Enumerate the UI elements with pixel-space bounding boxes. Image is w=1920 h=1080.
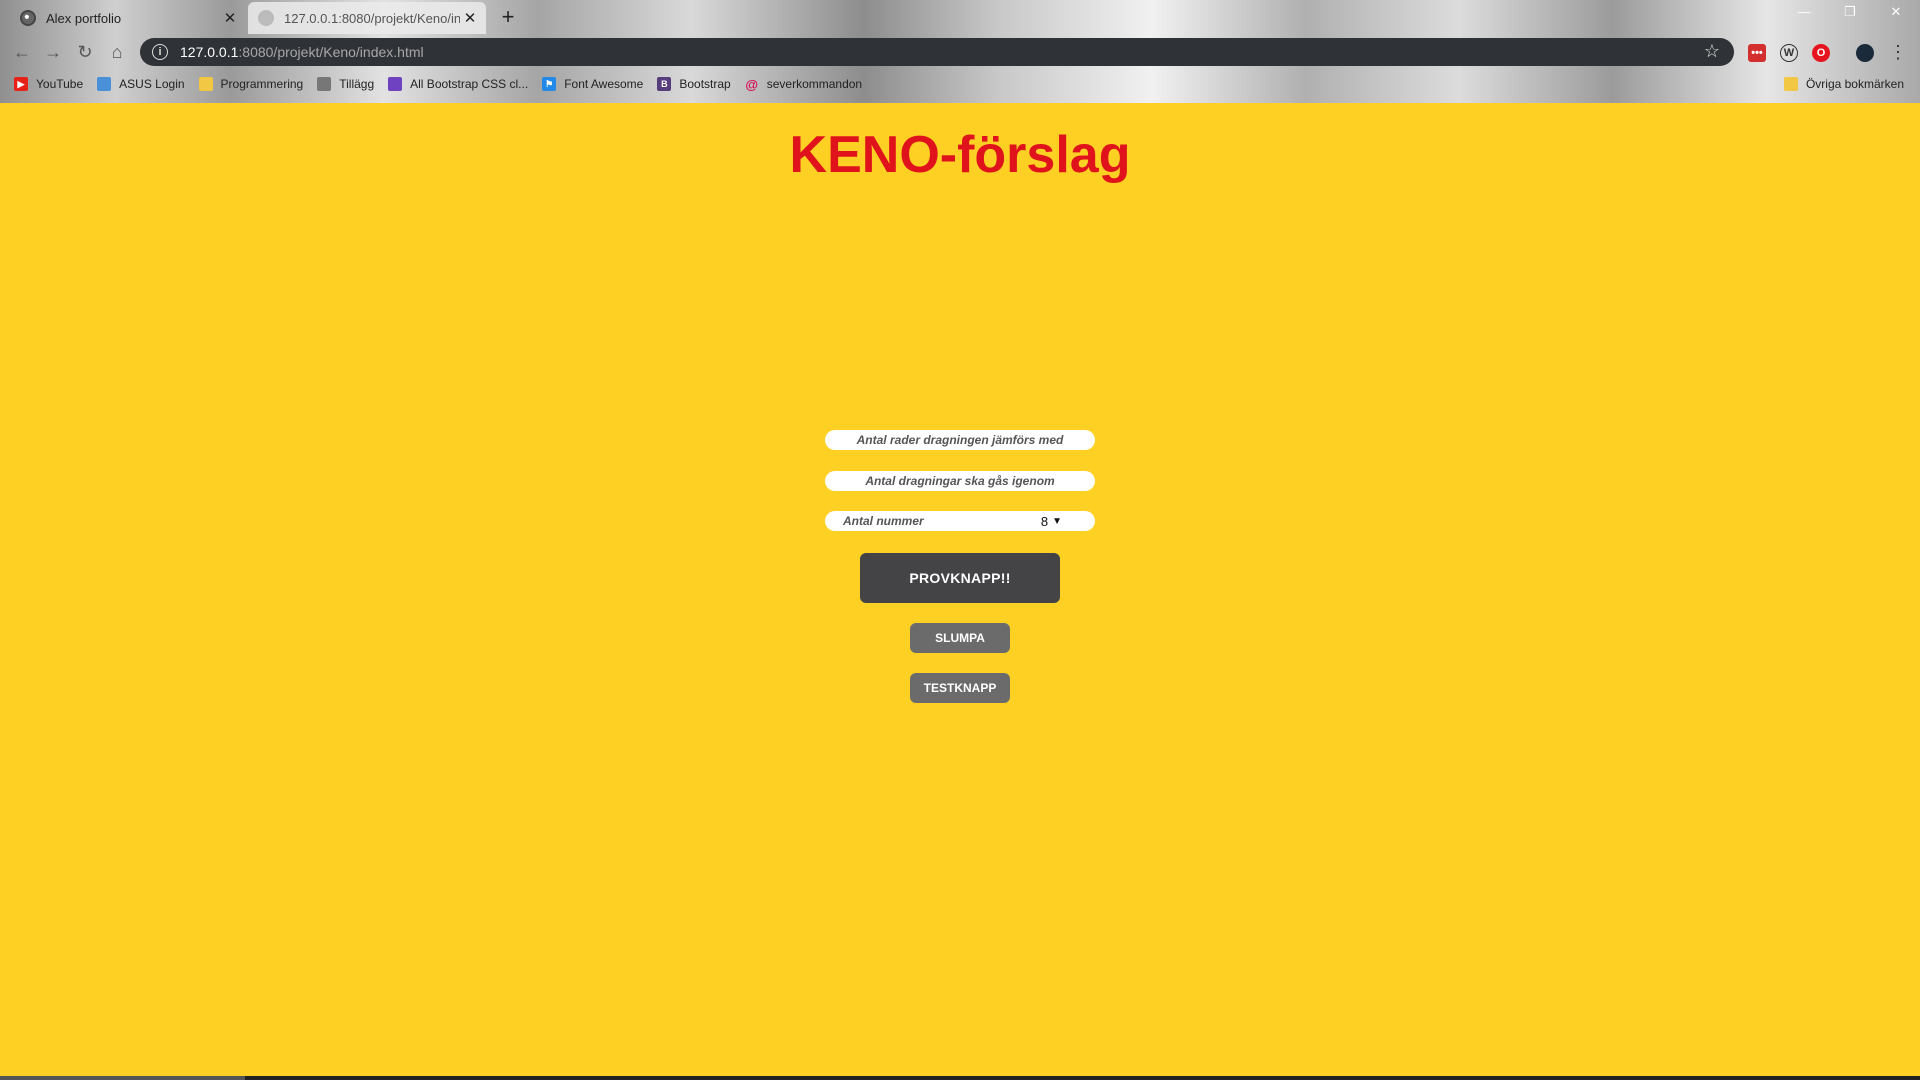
- tab-strip: Alex portfolio ✕ 127.0.0.1:8080/projekt/…: [0, 0, 1920, 34]
- globe-icon: [20, 10, 36, 26]
- numbers-label: Antal nummer: [843, 514, 924, 528]
- bookmark-programmering[interactable]: Programmering: [198, 77, 303, 91]
- bookmark-severkommandon[interactable]: @ severkommandon: [745, 76, 862, 92]
- hexagon-icon: [388, 77, 403, 91]
- profile-avatar[interactable]: [1856, 44, 1874, 62]
- bootstrap-icon: B: [657, 77, 672, 91]
- reload-icon[interactable]: ↻: [73, 40, 97, 64]
- provknapp-button[interactable]: PROVKNAPP!!: [860, 553, 1060, 603]
- toolbar: ← → ↻ ⌂ i 127.0.0.1:8080/projekt/Keno/in…: [0, 36, 1920, 68]
- window-close-icon[interactable]: ✕: [1876, 4, 1916, 20]
- close-icon[interactable]: ✕: [460, 9, 480, 27]
- bookmark-tillagg[interactable]: Tillägg: [317, 77, 374, 91]
- close-icon[interactable]: ✕: [220, 9, 240, 27]
- address-bar[interactable]: i 127.0.0.1:8080/projekt/Keno/index.html…: [140, 38, 1734, 66]
- puzzle-icon: [317, 77, 332, 91]
- forward-icon[interactable]: →: [41, 40, 65, 64]
- bookmark-bootstrap-css[interactable]: All Bootstrap CSS cl...: [388, 77, 528, 91]
- asus-icon: [97, 77, 112, 91]
- home-icon[interactable]: ⌂: [105, 40, 129, 64]
- folder-icon: [1783, 77, 1798, 91]
- page-title: KENO-förslag: [789, 126, 1131, 184]
- extension-red-icon[interactable]: •••: [1748, 44, 1766, 62]
- draws-input[interactable]: [825, 471, 1095, 491]
- info-icon[interactable]: i: [152, 44, 168, 60]
- browser-chrome: Alex portfolio ✕ 127.0.0.1:8080/projekt/…: [0, 0, 1920, 103]
- bookmark-bootstrap[interactable]: B Bootstrap: [657, 77, 731, 91]
- numbers-select[interactable]: Antal nummer 8 ▼: [825, 511, 1095, 531]
- bookmark-youtube[interactable]: ▶ YouTube: [14, 77, 83, 91]
- rows-input[interactable]: [825, 430, 1095, 450]
- new-tab-icon[interactable]: +: [496, 6, 520, 28]
- back-icon[interactable]: ←: [10, 40, 34, 64]
- debian-icon: @: [745, 76, 759, 92]
- bookmark-asus[interactable]: ASUS Login: [97, 77, 185, 91]
- tab-keno[interactable]: 127.0.0.1:8080/projekt/Keno/inde ✕: [248, 2, 486, 34]
- minimize-icon[interactable]: —: [1784, 4, 1824, 19]
- folder-icon: [198, 77, 213, 91]
- bookmark-other[interactable]: Övriga bokmärken: [1783, 71, 1904, 97]
- tab-title: Alex portfolio: [46, 10, 122, 26]
- youtube-icon: ▶: [14, 77, 28, 91]
- menu-icon[interactable]: ⋮: [1886, 40, 1910, 64]
- tab-title: 127.0.0.1:8080/projekt/Keno/inde: [284, 10, 460, 26]
- bookmark-font-awesome[interactable]: ⚑ Font Awesome: [542, 77, 643, 91]
- restore-icon[interactable]: ❐: [1830, 4, 1870, 20]
- bookmark-star-icon[interactable]: ☆: [1704, 41, 1720, 62]
- caret-down-icon: ▼: [1052, 515, 1062, 527]
- numbers-value: 8: [1040, 513, 1049, 529]
- testknapp-button[interactable]: TESTKNAPP: [910, 673, 1010, 703]
- url-text: 127.0.0.1:8080/projekt/Keno/index.html: [180, 44, 424, 60]
- bookmarks-bar: ▶ YouTube ASUS Login Programmering Tilläg…: [0, 71, 1920, 97]
- page-icon: [258, 10, 274, 26]
- tab-alex-portfolio[interactable]: Alex portfolio ✕: [10, 2, 246, 34]
- wordpress-icon[interactable]: W: [1780, 44, 1798, 62]
- flag-icon: ⚑: [542, 77, 557, 91]
- slumpa-button[interactable]: SLUMPA: [910, 623, 1010, 653]
- taskbar-edge: [0, 1076, 1920, 1080]
- opera-icon[interactable]: O: [1812, 44, 1830, 62]
